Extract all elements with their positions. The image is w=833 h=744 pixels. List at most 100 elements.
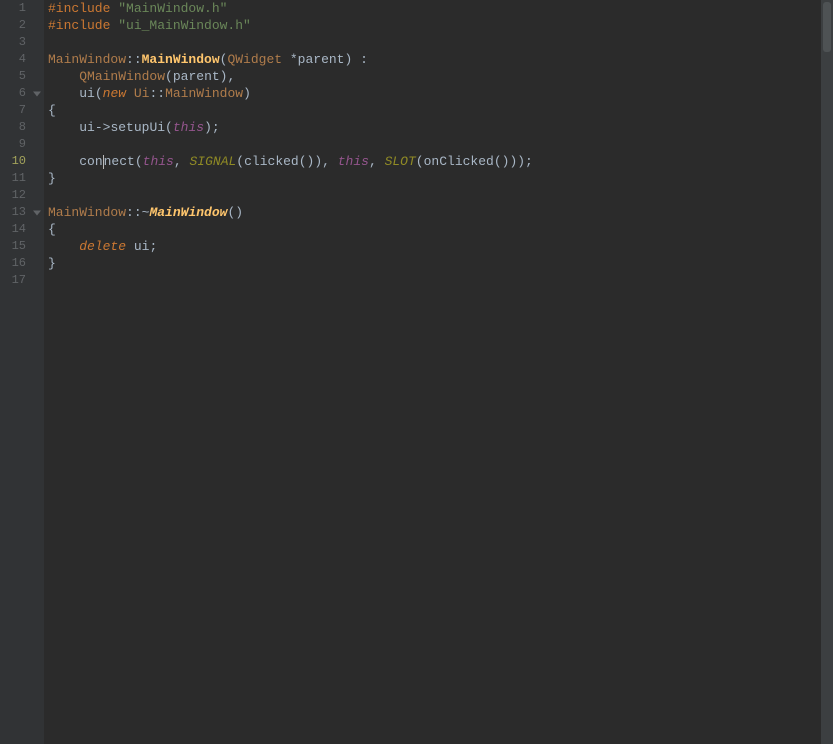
code-token: QMainWindow — [79, 69, 165, 84]
code-line[interactable]: #include "ui_MainWindow.h" — [48, 17, 833, 34]
code-token: :: — [126, 205, 142, 220]
code-line[interactable]: QMainWindow(parent), — [48, 68, 833, 85]
line-number-text: 13 — [12, 205, 26, 219]
code-line[interactable] — [48, 136, 833, 153]
code-token: "MainWindow.h" — [118, 1, 227, 16]
code-token: ) — [204, 120, 212, 135]
code-token: #include — [48, 18, 118, 33]
code-token: { — [48, 222, 56, 237]
code-line[interactable]: connect(this, SIGNAL(clicked()), this, S… — [48, 153, 833, 170]
code-line[interactable]: ui(new Ui::MainWindow) — [48, 85, 833, 102]
code-line[interactable]: { — [48, 102, 833, 119]
code-line[interactable]: MainWindow::MainWindow(QWidget *parent) … — [48, 51, 833, 68]
code-line[interactable] — [48, 272, 833, 289]
line-number[interactable]: 14 — [0, 221, 44, 238]
code-token: ; — [212, 120, 220, 135]
code-line[interactable]: } — [48, 255, 833, 272]
line-number-text: 5 — [19, 69, 26, 83]
code-token: -> — [95, 120, 111, 135]
code-token: MainWindow — [149, 205, 227, 220]
code-token: ; — [525, 154, 533, 169]
code-token: , — [174, 154, 190, 169]
line-number-text: 14 — [12, 222, 26, 236]
code-token: delete — [79, 239, 134, 254]
line-number-text: 6 — [19, 86, 26, 100]
line-number[interactable]: 8 — [0, 119, 44, 136]
code-line[interactable]: ui->setupUi(this); — [48, 119, 833, 136]
code-line[interactable] — [48, 34, 833, 51]
line-number[interactable]: 4 — [0, 51, 44, 68]
code-token: ( — [135, 154, 143, 169]
code-token — [48, 120, 79, 135]
code-token: *parent — [290, 52, 345, 67]
code-token: new — [103, 86, 134, 101]
line-number[interactable]: 5 — [0, 68, 44, 85]
line-number[interactable]: 13 — [0, 204, 44, 221]
code-line[interactable]: { — [48, 221, 833, 238]
line-number[interactable]: 15 — [0, 238, 44, 255]
code-token: ) — [243, 86, 251, 101]
line-number[interactable]: 9 — [0, 136, 44, 153]
code-token: , — [227, 69, 235, 84]
line-number-text: 1 — [19, 1, 26, 15]
line-number-text: 9 — [19, 137, 26, 151]
code-token: parent — [173, 69, 220, 84]
code-token: this — [143, 154, 174, 169]
line-number[interactable]: 17 — [0, 272, 44, 289]
code-token: ; — [149, 239, 157, 254]
line-number[interactable]: 6 — [0, 85, 44, 102]
line-number-text: 17 — [12, 273, 26, 287]
line-number[interactable]: 2 — [0, 17, 44, 34]
code-token — [48, 239, 79, 254]
code-token: } — [48, 171, 56, 186]
code-token — [48, 69, 79, 84]
line-number[interactable]: 1 — [0, 0, 44, 17]
code-token: this — [173, 120, 204, 135]
vertical-scrollbar[interactable] — [821, 0, 833, 744]
line-number-text: 8 — [19, 120, 26, 134]
code-token: "ui_MainWindow.h" — [118, 18, 251, 33]
code-line[interactable]: } — [48, 170, 833, 187]
line-number[interactable]: 7 — [0, 102, 44, 119]
code-token: MainWindow — [48, 52, 126, 67]
line-number[interactable]: 11 — [0, 170, 44, 187]
code-token: ( — [165, 69, 173, 84]
line-number-text: 12 — [12, 188, 26, 202]
line-number[interactable]: 10 — [0, 153, 44, 170]
code-token: , — [322, 154, 338, 169]
code-token: ( — [95, 86, 103, 101]
code-token: () — [299, 154, 315, 169]
code-token: nect — [104, 154, 135, 169]
code-token: con — [79, 154, 102, 169]
code-token: ) — [314, 154, 322, 169]
line-number-text: 3 — [19, 35, 26, 49]
code-line[interactable]: delete ui; — [48, 238, 833, 255]
code-line[interactable] — [48, 187, 833, 204]
fold-toggle-icon[interactable] — [33, 91, 41, 96]
code-line[interactable]: #include "MainWindow.h" — [48, 0, 833, 17]
code-token: setupUi — [110, 120, 165, 135]
line-number-text: 7 — [19, 103, 26, 117]
code-token: MainWindow — [142, 52, 220, 67]
code-token: { — [48, 103, 56, 118]
code-token: :: — [149, 86, 165, 101]
code-token: onClicked — [424, 154, 494, 169]
code-token: : — [352, 52, 368, 67]
code-line[interactable]: MainWindow::~MainWindow() — [48, 204, 833, 221]
line-number-text: 16 — [12, 256, 26, 270]
code-token: this — [338, 154, 369, 169]
code-token: MainWindow — [165, 86, 243, 101]
code-editor[interactable]: 1234567891011121314151617 #include "Main… — [0, 0, 833, 744]
fold-toggle-icon[interactable] — [33, 210, 41, 215]
line-number[interactable]: 16 — [0, 255, 44, 272]
code-token: ( — [165, 120, 173, 135]
code-token: ui — [79, 120, 95, 135]
code-token: ui — [134, 239, 150, 254]
line-number-text: 10 — [12, 154, 26, 168]
code-token: } — [48, 256, 56, 271]
line-number-text: 15 — [12, 239, 26, 253]
code-area[interactable]: #include "MainWindow.h"#include "ui_Main… — [44, 0, 833, 744]
line-number[interactable]: 12 — [0, 187, 44, 204]
line-number-gutter[interactable]: 1234567891011121314151617 — [0, 0, 44, 744]
line-number[interactable]: 3 — [0, 34, 44, 51]
